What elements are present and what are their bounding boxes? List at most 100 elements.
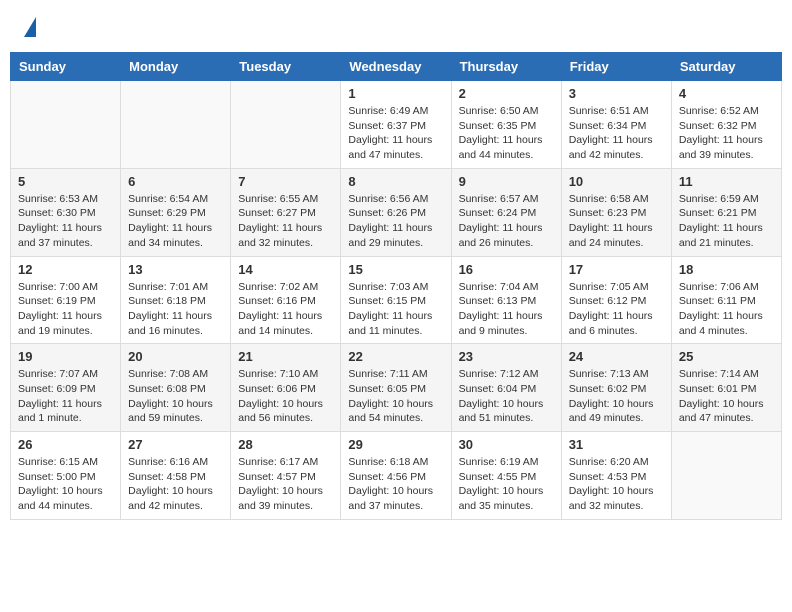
day-info: Sunrise: 6:15 AM Sunset: 5:00 PM Dayligh…	[18, 455, 113, 514]
day-number: 26	[18, 437, 113, 452]
calendar-day-cell: 21 Sunrise: 7:10 AM Sunset: 6:06 PM Dayli…	[231, 344, 341, 432]
calendar-day-cell: 8Sunrise: 6:56 AM Sunset: 6:26 PM Daylig…	[341, 168, 451, 256]
day-number: 21	[238, 349, 333, 364]
calendar-day-cell	[231, 81, 341, 169]
day-number: 8	[348, 174, 443, 189]
calendar-day-cell: 9 Sunrise: 6:57 AM Sunset: 6:24 PM Daylig…	[451, 168, 561, 256]
calendar-day-cell: 27 Sunrise: 6:16 AM Sunset: 4:58 PM Dayli…	[121, 432, 231, 520]
day-info: Sunrise: 7:06 AM Sunset: 6:11 PM Dayligh…	[679, 280, 774, 339]
day-info: Sunrise: 7:08 AM Sunset: 6:08 PM Dayligh…	[128, 367, 223, 426]
calendar-day-cell: 20 Sunrise: 7:08 AM Sunset: 6:08 PM Dayli…	[121, 344, 231, 432]
calendar-day-cell: 25Sunrise: 7:14 AM Sunset: 6:01 PM Dayli…	[671, 344, 781, 432]
day-number: 5	[18, 174, 113, 189]
calendar-day-cell: 1 Sunrise: 6:49 AM Sunset: 6:37 PM Daylig…	[341, 81, 451, 169]
calendar-day-cell: 17 Sunrise: 7:05 AM Sunset: 6:12 PM Dayli…	[561, 256, 671, 344]
day-info: Sunrise: 6:54 AM Sunset: 6:29 PM Dayligh…	[128, 192, 223, 251]
calendar-day-cell: 3 Sunrise: 6:51 AM Sunset: 6:34 PM Daylig…	[561, 81, 671, 169]
day-info: Sunrise: 7:00 AM Sunset: 6:19 PM Dayligh…	[18, 280, 113, 339]
day-info: Sunrise: 7:10 AM Sunset: 6:06 PM Dayligh…	[238, 367, 333, 426]
day-info: Sunrise: 7:05 AM Sunset: 6:12 PM Dayligh…	[569, 280, 664, 339]
day-info: Sunrise: 6:58 AM Sunset: 6:23 PM Dayligh…	[569, 192, 664, 251]
day-number: 14	[238, 262, 333, 277]
day-number: 20	[128, 349, 223, 364]
calendar-day-cell: 13 Sunrise: 7:01 AM Sunset: 6:18 PM Dayli…	[121, 256, 231, 344]
day-number: 30	[459, 437, 554, 452]
day-info: Sunrise: 7:03 AM Sunset: 6:15 PM Dayligh…	[348, 280, 443, 339]
day-of-week-header: Sunday	[11, 53, 121, 81]
day-info: Sunrise: 6:52 AM Sunset: 6:32 PM Dayligh…	[679, 104, 774, 163]
day-number: 17	[569, 262, 664, 277]
calendar-day-cell: 15 Sunrise: 7:03 AM Sunset: 6:15 PM Dayli…	[341, 256, 451, 344]
calendar-day-cell: 16 Sunrise: 7:04 AM Sunset: 6:13 PM Dayli…	[451, 256, 561, 344]
calendar-day-cell: 14 Sunrise: 7:02 AM Sunset: 6:16 PM Dayli…	[231, 256, 341, 344]
day-number: 19	[18, 349, 113, 364]
calendar-week-row: 19 Sunrise: 7:07 AM Sunset: 6:09 PM Dayli…	[11, 344, 782, 432]
day-info: Sunrise: 7:04 AM Sunset: 6:13 PM Dayligh…	[459, 280, 554, 339]
day-number: 27	[128, 437, 223, 452]
day-number: 24	[569, 349, 664, 364]
day-info: Sunrise: 6:53 AM Sunset: 6:30 PM Dayligh…	[18, 192, 113, 251]
day-info: Sunrise: 6:19 AM Sunset: 4:55 PM Dayligh…	[459, 455, 554, 514]
day-info: Sunrise: 6:18 AM Sunset: 4:56 PM Dayligh…	[348, 455, 443, 514]
day-info: Sunrise: 7:12 AM Sunset: 6:04 PM Dayligh…	[459, 367, 554, 426]
calendar-table: SundayMondayTuesdayWednesdayThursdayFrid…	[10, 52, 782, 520]
calendar-day-cell: 5 Sunrise: 6:53 AM Sunset: 6:30 PM Daylig…	[11, 168, 121, 256]
day-info: Sunrise: 6:51 AM Sunset: 6:34 PM Dayligh…	[569, 104, 664, 163]
calendar-day-cell: 31 Sunrise: 6:20 AM Sunset: 4:53 PM Dayli…	[561, 432, 671, 520]
calendar-day-cell: 11Sunrise: 6:59 AM Sunset: 6:21 PM Dayli…	[671, 168, 781, 256]
calendar-week-row: 1 Sunrise: 6:49 AM Sunset: 6:37 PM Daylig…	[11, 81, 782, 169]
calendar-day-cell: 29 Sunrise: 6:18 AM Sunset: 4:56 PM Dayli…	[341, 432, 451, 520]
day-number: 9	[459, 174, 554, 189]
day-number: 25	[679, 349, 774, 364]
day-number: 15	[348, 262, 443, 277]
logo	[20, 15, 36, 37]
day-info: Sunrise: 7:11 AM Sunset: 6:05 PM Dayligh…	[348, 367, 443, 426]
page-header	[10, 10, 782, 42]
calendar-day-cell: 26 Sunrise: 6:15 AM Sunset: 5:00 PM Dayli…	[11, 432, 121, 520]
day-number: 12	[18, 262, 113, 277]
day-of-week-header: Thursday	[451, 53, 561, 81]
day-number: 16	[459, 262, 554, 277]
calendar-day-cell: 6Sunrise: 6:54 AM Sunset: 6:29 PM Daylig…	[121, 168, 231, 256]
day-number: 13	[128, 262, 223, 277]
calendar-day-cell: 30 Sunrise: 6:19 AM Sunset: 4:55 PM Dayli…	[451, 432, 561, 520]
calendar-week-row: 5 Sunrise: 6:53 AM Sunset: 6:30 PM Daylig…	[11, 168, 782, 256]
day-number: 22	[348, 349, 443, 364]
day-of-week-header: Monday	[121, 53, 231, 81]
day-number: 18	[679, 262, 774, 277]
day-number: 2	[459, 86, 554, 101]
day-info: Sunrise: 7:13 AM Sunset: 6:02 PM Dayligh…	[569, 367, 664, 426]
day-info: Sunrise: 6:17 AM Sunset: 4:57 PM Dayligh…	[238, 455, 333, 514]
day-of-week-header: Friday	[561, 53, 671, 81]
day-info: Sunrise: 7:07 AM Sunset: 6:09 PM Dayligh…	[18, 367, 113, 426]
calendar-day-cell: 28 Sunrise: 6:17 AM Sunset: 4:57 PM Dayli…	[231, 432, 341, 520]
calendar-day-cell: 24 Sunrise: 7:13 AM Sunset: 6:02 PM Dayli…	[561, 344, 671, 432]
day-info: Sunrise: 7:01 AM Sunset: 6:18 PM Dayligh…	[128, 280, 223, 339]
calendar-day-cell	[11, 81, 121, 169]
day-info: Sunrise: 6:20 AM Sunset: 4:53 PM Dayligh…	[569, 455, 664, 514]
calendar-day-cell: 23Sunrise: 7:12 AM Sunset: 6:04 PM Dayli…	[451, 344, 561, 432]
day-info: Sunrise: 6:55 AM Sunset: 6:27 PM Dayligh…	[238, 192, 333, 251]
calendar-day-cell: 10Sunrise: 6:58 AM Sunset: 6:23 PM Dayli…	[561, 168, 671, 256]
day-info: Sunrise: 6:16 AM Sunset: 4:58 PM Dayligh…	[128, 455, 223, 514]
calendar-day-cell: 2 Sunrise: 6:50 AM Sunset: 6:35 PM Daylig…	[451, 81, 561, 169]
day-of-week-header: Wednesday	[341, 53, 451, 81]
day-number: 1	[348, 86, 443, 101]
day-number: 28	[238, 437, 333, 452]
day-info: Sunrise: 7:02 AM Sunset: 6:16 PM Dayligh…	[238, 280, 333, 339]
day-number: 3	[569, 86, 664, 101]
day-number: 29	[348, 437, 443, 452]
calendar-day-cell: 22 Sunrise: 7:11 AM Sunset: 6:05 PM Dayli…	[341, 344, 451, 432]
day-info: Sunrise: 6:50 AM Sunset: 6:35 PM Dayligh…	[459, 104, 554, 163]
logo-triangle-icon	[24, 17, 36, 37]
day-of-week-header: Tuesday	[231, 53, 341, 81]
day-number: 31	[569, 437, 664, 452]
day-info: Sunrise: 6:57 AM Sunset: 6:24 PM Dayligh…	[459, 192, 554, 251]
day-info: Sunrise: 6:59 AM Sunset: 6:21 PM Dayligh…	[679, 192, 774, 251]
calendar-week-row: 26 Sunrise: 6:15 AM Sunset: 5:00 PM Dayli…	[11, 432, 782, 520]
calendar-day-cell: 18 Sunrise: 7:06 AM Sunset: 6:11 PM Dayli…	[671, 256, 781, 344]
day-info: Sunrise: 6:49 AM Sunset: 6:37 PM Dayligh…	[348, 104, 443, 163]
calendar-day-cell	[121, 81, 231, 169]
calendar-header-row: SundayMondayTuesdayWednesdayThursdayFrid…	[11, 53, 782, 81]
calendar-week-row: 12 Sunrise: 7:00 AM Sunset: 6:19 PM Dayli…	[11, 256, 782, 344]
